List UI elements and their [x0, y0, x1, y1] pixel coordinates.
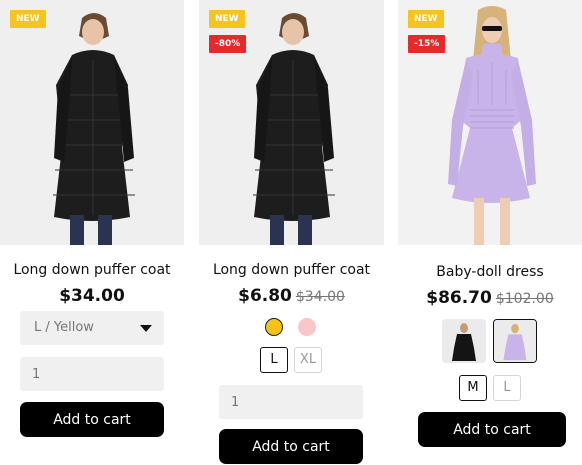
product-card: NEW -15% Baby-doll dress $86.70 $102.00 M… — [398, 0, 582, 447]
add-to-cart-button[interactable]: Add to cart — [219, 429, 363, 464]
size-option-xl[interactable]: XL — [294, 347, 322, 373]
size-option-l[interactable]: L — [260, 347, 288, 373]
product-image[interactable]: NEW -80% — [199, 0, 384, 245]
new-badge: NEW — [408, 10, 444, 28]
color-swatch-pink[interactable] — [298, 318, 316, 336]
current-price: $86.70 — [426, 288, 492, 308]
add-to-cart-button[interactable]: Add to cart — [20, 402, 164, 437]
product-price: $34.00 — [0, 286, 184, 306]
compare-at-price: $34.00 — [295, 289, 345, 305]
black-dress-thumbnail-icon — [442, 319, 486, 363]
size-option-l[interactable]: L — [493, 375, 521, 401]
variant-thumbnail-black[interactable] — [442, 319, 486, 363]
variant-select-value: L / Yellow — [34, 320, 94, 335]
color-swatch-yellow[interactable] — [265, 318, 283, 336]
current-price: $6.80 — [238, 286, 292, 306]
compare-at-price: $102.00 — [495, 291, 554, 307]
new-badge: NEW — [10, 10, 46, 28]
product-image[interactable]: NEW -15% — [398, 0, 582, 245]
new-badge: NEW — [209, 10, 245, 28]
variant-thumbnail-lavender[interactable] — [493, 319, 537, 363]
variant-select[interactable]: L / Yellow — [20, 311, 164, 345]
quantity-input[interactable] — [219, 385, 363, 419]
quantity-input[interactable] — [20, 357, 164, 391]
product-title[interactable]: Long down puffer coat — [199, 262, 384, 278]
black-puffer-coat-photo — [0, 0, 184, 245]
lavender-dress-thumbnail-icon — [494, 320, 536, 362]
product-title[interactable]: Baby-doll dress — [398, 264, 582, 280]
size-option-m[interactable]: M — [459, 375, 487, 401]
product-card: NEW -80% Long down puffer coat $6.80 $34.… — [199, 0, 384, 464]
caret-down-icon — [140, 325, 152, 332]
current-price: $34.00 — [59, 286, 125, 306]
product-image[interactable]: NEW — [0, 0, 184, 245]
product-price: $6.80 $34.00 — [199, 286, 384, 306]
add-to-cart-button[interactable]: Add to cart — [418, 412, 566, 447]
discount-badge: -15% — [408, 35, 446, 53]
product-card: NEW Long down puffer coat $34.00 L / Yel… — [0, 0, 184, 437]
discount-badge: -80% — [209, 35, 247, 53]
product-price: $86.70 $102.00 — [398, 288, 582, 308]
product-title[interactable]: Long down puffer coat — [0, 262, 184, 278]
